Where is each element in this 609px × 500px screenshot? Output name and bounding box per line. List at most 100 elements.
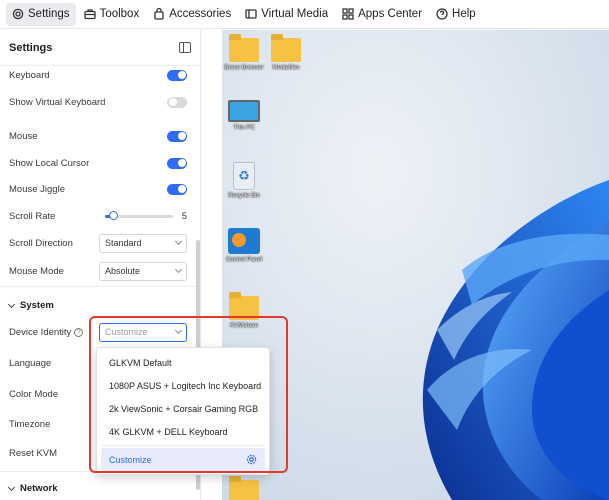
scroll-rate-label: Scroll Rate [9, 210, 56, 222]
mouse-jiggle-toggle[interactable] [167, 183, 187, 195]
mouse-toggle[interactable] [167, 130, 187, 142]
tab-settings[interactable]: Settings [6, 2, 76, 26]
device-identity-select[interactable]: Customize [99, 322, 187, 342]
mouse-mode-select[interactable]: Absolute [99, 261, 187, 281]
tab-help[interactable]: Help [430, 3, 482, 26]
language-label: Language [9, 357, 52, 369]
device-identity-text: Device Identity [9, 326, 72, 338]
keyboard-label: Keyboard [9, 69, 50, 81]
desktop-icon-folder-partial[interactable] [222, 476, 266, 500]
show-virtual-keyboard-row: Show Virtual Keyboard [9, 92, 187, 112]
dropdown-option-customize[interactable]: Customize [101, 448, 265, 471]
mouse-jiggle-row: Mouse Jiggle [9, 179, 187, 199]
chevron-down-icon [174, 237, 183, 246]
help-circle-icon [436, 8, 448, 20]
folder-icon [229, 292, 259, 320]
settings-panel-header: Settings [0, 30, 200, 66]
apps-grid-icon [342, 8, 354, 20]
dropdown-option[interactable]: 4K GLKVM + DELL Keyboard [97, 420, 269, 443]
media-icon [245, 9, 257, 19]
desktop-icon-kvmshare[interactable]: KVMshare [222, 292, 266, 329]
desktop-icon-label: This PC [233, 125, 255, 131]
tab-apps-center[interactable]: Apps Center [336, 3, 428, 26]
dropdown-option[interactable]: 1080P ASUS + Logitech Inc Keyboard [97, 374, 269, 397]
select-value: Absolute [105, 266, 141, 276]
device-identity-row: Device Identity ? Customize [9, 322, 187, 342]
keyboard-toggle[interactable] [167, 69, 187, 81]
select-placeholder: Customize [105, 327, 148, 337]
desktop-icon-mediafiles[interactable]: Mediafiles [264, 34, 308, 71]
scroll-rate-value: 5 [181, 210, 187, 222]
tab-label: Settings [28, 8, 70, 20]
gear-icon [246, 454, 257, 465]
customize-label: Customize [109, 454, 152, 465]
mouse-row: Mouse [9, 126, 187, 146]
remote-desktop-view[interactable]: Brave Browser Mediafiles This PC ♻ Recyc… [222, 30, 609, 500]
desktop-icon-brave-browser[interactable]: Brave Browser [222, 34, 266, 71]
tab-accessories[interactable]: Accessories [147, 3, 237, 26]
system-section-title: System [20, 300, 54, 311]
tab-label: Accessories [169, 8, 232, 20]
chevron-down-icon [174, 326, 183, 335]
tab-label: Help [452, 8, 476, 20]
desktop-icon-label: Control Panel [225, 257, 263, 263]
scroll-direction-select[interactable]: Standard [99, 233, 187, 253]
dropdown-option[interactable]: GLKVM Default [97, 351, 269, 374]
desktop-icon-control-panel[interactable]: Control Panel [222, 228, 266, 263]
desktop-icon-this-pc[interactable]: This PC [222, 100, 266, 131]
scroll-direction-row: Scroll Direction Standard [9, 233, 187, 253]
show-local-cursor-label: Show Local Cursor [9, 157, 90, 169]
slider-track[interactable] [105, 211, 173, 220]
show-virtual-keyboard-label: Show Virtual Keyboard [9, 96, 106, 108]
scroll-direction-label: Scroll Direction [9, 237, 73, 249]
desktop-icon-label: KVMshare [229, 323, 258, 329]
desktop-icon-label: Mediafiles [272, 65, 300, 71]
mouse-mode-row: Mouse Mode Absolute [9, 261, 187, 281]
help-icon[interactable]: ? [74, 327, 84, 337]
gear-icon [12, 8, 24, 20]
folder-icon [271, 34, 301, 62]
sidebar-collapse-icon[interactable] [179, 42, 191, 53]
chevron-down-icon [174, 265, 183, 274]
select-value: Standard [105, 238, 142, 248]
slider-thumb[interactable] [108, 211, 118, 220]
mouse-jiggle-label: Mouse Jiggle [9, 183, 65, 195]
tab-virtual-media[interactable]: Virtual Media [239, 3, 334, 26]
scroll-rate-row: Scroll Rate 5 [9, 206, 187, 226]
network-section-title: Network [20, 483, 58, 494]
mouse-mode-label: Mouse Mode [9, 265, 64, 277]
toolbox-icon [83, 9, 96, 20]
show-virtual-keyboard-toggle[interactable] [167, 96, 187, 108]
show-local-cursor-row: Show Local Cursor [9, 153, 187, 173]
desktop-icon-recycle-bin[interactable]: ♻ Recycle Bin [222, 162, 266, 199]
folder-icon [229, 476, 259, 500]
color-mode-label: Color Mode [9, 388, 59, 400]
network-section-header[interactable]: Network [7, 483, 58, 494]
desktop-icon-label: Brave Browser [224, 65, 264, 71]
chevron-down-icon [7, 483, 16, 491]
tab-label: Apps Center [358, 8, 423, 20]
system-section-header[interactable]: System [7, 300, 54, 311]
wallpaper [222, 30, 609, 500]
desktop-icon-label: Recycle Bin [228, 193, 260, 199]
keyboard-row: Keyboard [9, 65, 187, 85]
timezone-label: Timezone [9, 418, 51, 430]
dropdown-option[interactable]: 2k ViewSonic + Corsair Gaming RGB [97, 397, 269, 420]
device-identity-dropdown: GLKVM Default 1080P ASUS + Logitech Inc … [96, 347, 270, 475]
panel-title: Settings [9, 41, 53, 54]
mouse-label: Mouse [9, 130, 38, 142]
monitor-icon [228, 100, 260, 122]
recycle-bin-icon: ♻ [233, 162, 255, 190]
bag-icon [154, 8, 164, 20]
dropdown-divider [101, 445, 265, 446]
scroll-rate-slider[interactable]: 5 [105, 211, 187, 222]
chevron-down-icon [7, 300, 16, 308]
top-menu-bar: Settings Toolbox Accessories Virtual Med… [0, 0, 609, 29]
device-identity-label: Device Identity ? [9, 326, 84, 338]
tab-toolbox[interactable]: Toolbox [78, 3, 146, 26]
tab-label: Virtual Media [261, 8, 329, 20]
show-local-cursor-toggle[interactable] [167, 157, 187, 169]
control-panel-icon [228, 228, 260, 254]
divider [0, 286, 196, 287]
tab-label: Toolbox [99, 8, 140, 20]
